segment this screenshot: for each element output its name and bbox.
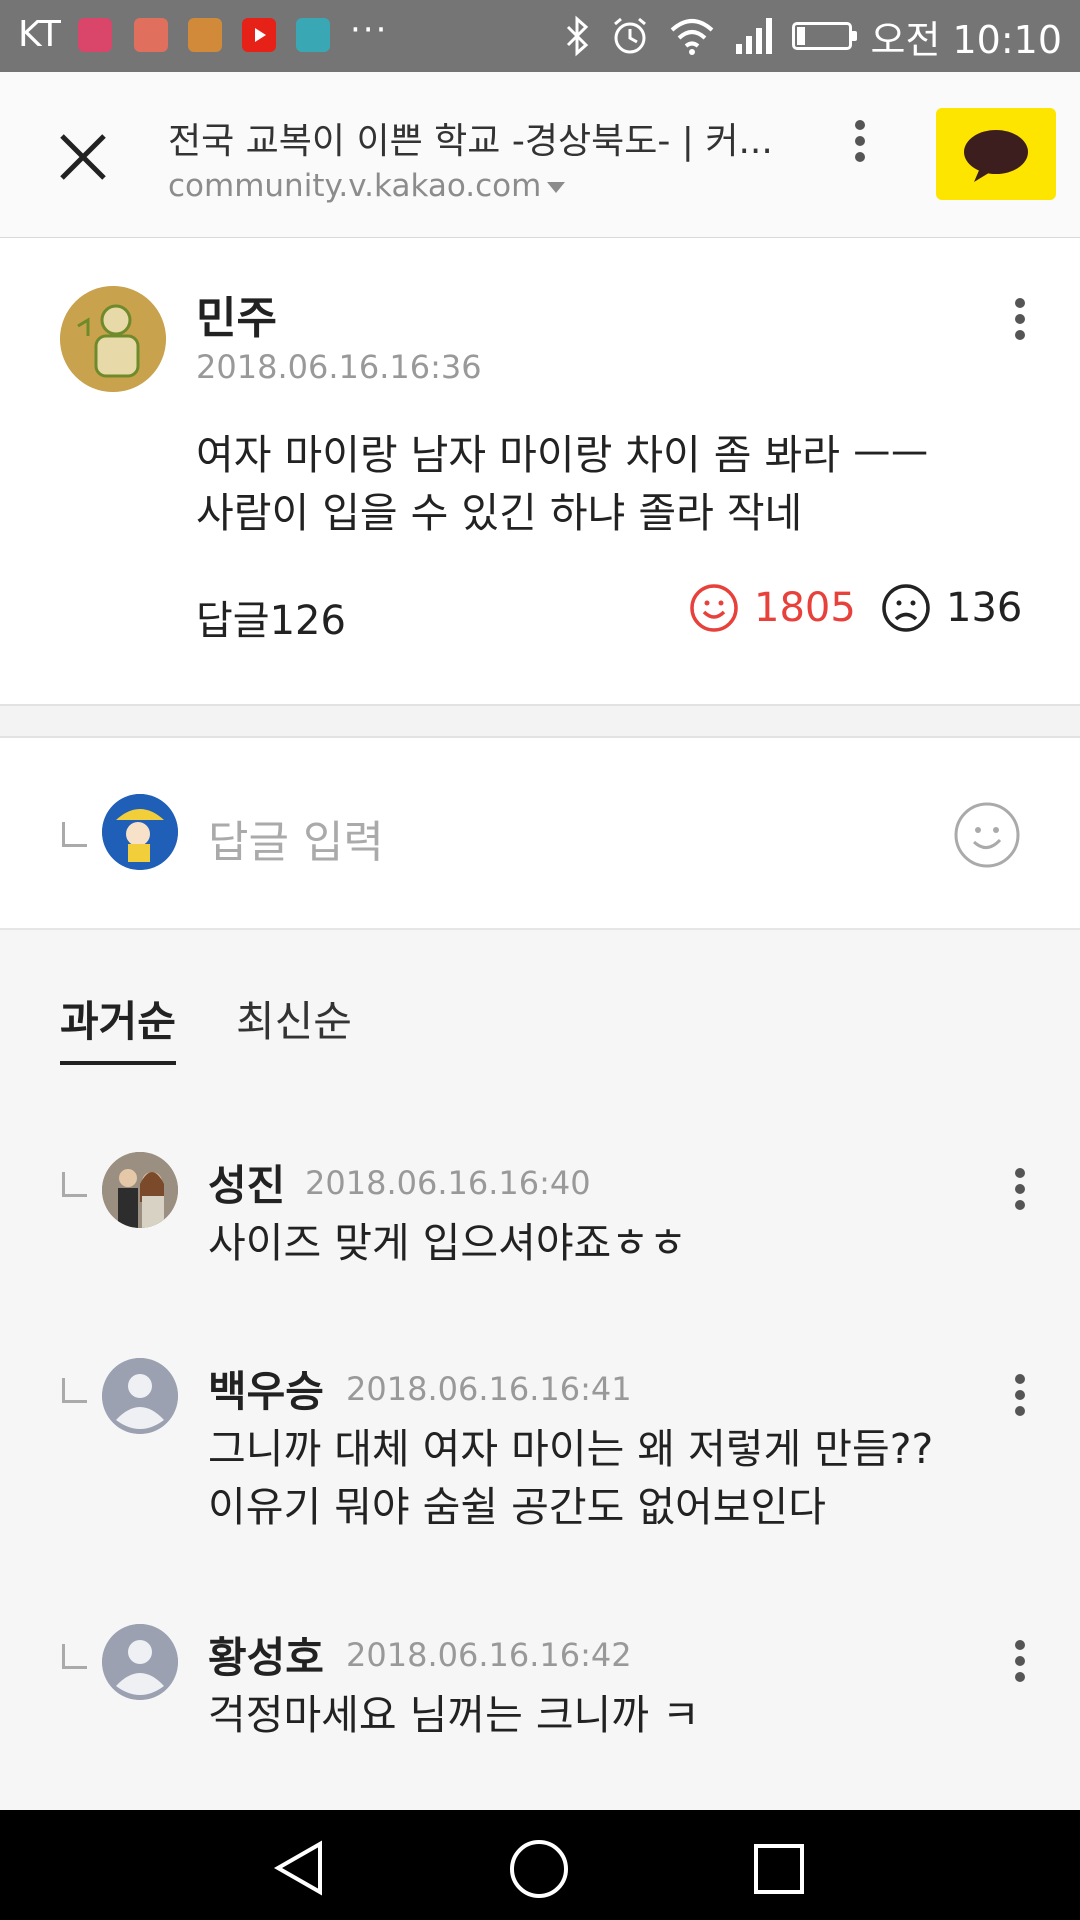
navigation-bar [0,1810,1080,1920]
comment-text: 걱정마세요 님꺼는 크니까 ㅋ [208,1686,700,1744]
comment-author[interactable]: 황성호 [208,1624,324,1685]
post-author[interactable]: 민주 [196,282,277,346]
comment-time: 2018.06.16.16:42 [346,1636,632,1674]
bluetooth-icon [567,15,589,57]
wifi-icon [671,19,714,55]
more-notifications-icon: ··· [350,10,389,50]
dislike-count: 136 [946,585,1023,631]
like-button[interactable]: 1805 [688,582,856,634]
clock: 오전 10:10 [870,17,1062,62]
comment-text-line: 사이즈 맞게 입으셔야죠ㅎㅎ [208,1219,687,1267]
recent-apps-button[interactable] [752,1842,806,1896]
carrier-label: KT [18,14,61,55]
sort-newest-tab[interactable]: 최신순 [236,988,352,1049]
battery-icon [792,22,858,50]
default-user-icon [102,1624,178,1700]
alarm-icon [614,17,647,54]
frown-icon [882,584,930,632]
reply-indent-icon [62,1172,87,1197]
section-divider [0,706,1080,738]
post-time: 2018.06.16.16:36 [196,348,482,386]
mail-app-icon [134,18,168,52]
comment-avatar[interactable] [102,1152,178,1228]
music-app-icon [78,18,112,52]
comment-time: 2018.06.16.16:41 [346,1370,632,1408]
emoticon-button[interactable] [952,800,1022,870]
my-avatar [102,794,178,870]
comment-text-line: 그니까 대체 여자 마이는 왜 저렇게 만듬?? [208,1425,934,1473]
post-body: 여자 마이랑 남자 마이랑 차이 좀 봐라 ㅡㅡ 사람이 입을 수 있긴 하냐 … [196,426,928,542]
smile-icon [690,584,738,632]
sort-oldest-tab[interactable]: 과거순 [60,988,176,1065]
replies-count-button[interactable]: 답글126 [196,588,346,646]
comment-menu-button[interactable] [1000,1634,1040,1704]
gallery-app-icon [296,18,330,52]
reply-input-row: 답글 입력 [0,738,1080,930]
main-post: 민주 2018.06.16.16:36 여자 마이랑 남자 마이랑 차이 좀 봐… [0,238,1080,706]
status-bar: KT ··· 오전 10:10 [0,0,1080,72]
page-title: 전국 교복이 이쁜 학교 -경상북도- | 커... [168,121,773,162]
youtube-app-icon [242,18,276,52]
post-menu-button[interactable] [1000,292,1040,362]
comment-menu-button[interactable] [1000,1162,1040,1232]
comment-menu-button[interactable] [1000,1368,1040,1438]
browser-header: 전국 교복이 이쁜 학교 -경상북도- | 커... community.v.k… [0,72,1080,239]
comment-text-line: 걱정마세요 님꺼는 크니까 ㅋ [208,1691,700,1739]
post-author-avatar[interactable] [60,286,166,392]
reply-input[interactable]: 답글 입력 [208,806,384,870]
close-button[interactable] [48,122,118,192]
comment-avatar[interactable] [102,1624,178,1700]
post-body-line: 사람이 입을 수 있긴 하냐 졸라 작네 [196,489,803,537]
kakaotalk-share-button[interactable] [936,108,1056,200]
home-button[interactable] [508,1838,570,1900]
comment-author[interactable]: 백우승 [208,1358,324,1419]
comment-text: 그니까 대체 여자 마이는 왜 저렇게 만듬?? 이유기 뭐야 숨쉴 공간도 없… [208,1420,933,1536]
chat-bubble-icon [964,130,1028,182]
comment-item: 성진 2018.06.16.16:40 사이즈 맞게 입으셔야죠ㅎㅎ [0,1152,1080,1282]
chevron-down-icon [547,182,566,193]
comment-author[interactable]: 성진 [208,1152,285,1213]
browser-menu-button[interactable] [840,114,880,184]
dislike-button[interactable]: 136 [880,582,1022,634]
comment-text-line: 이유기 뭐야 숨쉴 공간도 없어보인다 [208,1483,826,1531]
url-text: community.v.kakao.com [168,168,542,204]
comment-item: 백우승 2018.06.16.16:41 그니까 대체 여자 마이는 왜 저렇게… [0,1358,1080,1548]
signal-icon [736,18,773,54]
clipboard-app-icon [188,18,222,52]
reply-indent-icon [62,1644,87,1669]
page-url[interactable]: community.v.kakao.com [168,168,566,204]
default-user-icon [102,1358,178,1434]
reply-indent-icon [62,822,87,847]
comment-time: 2018.06.16.16:40 [305,1164,591,1202]
comment-text: 사이즈 맞게 입으셔야죠ㅎㅎ [208,1214,687,1272]
like-count: 1805 [754,585,856,631]
post-body-line: 여자 마이랑 남자 마이랑 차이 좀 봐라 ㅡㅡ [196,431,929,479]
reply-indent-icon [62,1378,87,1403]
comment-item: 황성호 2018.06.16.16:42 걱정마세요 님꺼는 크니까 ㅋ [0,1624,1080,1754]
comment-avatar[interactable] [102,1358,178,1434]
back-button[interactable] [270,1840,330,1896]
